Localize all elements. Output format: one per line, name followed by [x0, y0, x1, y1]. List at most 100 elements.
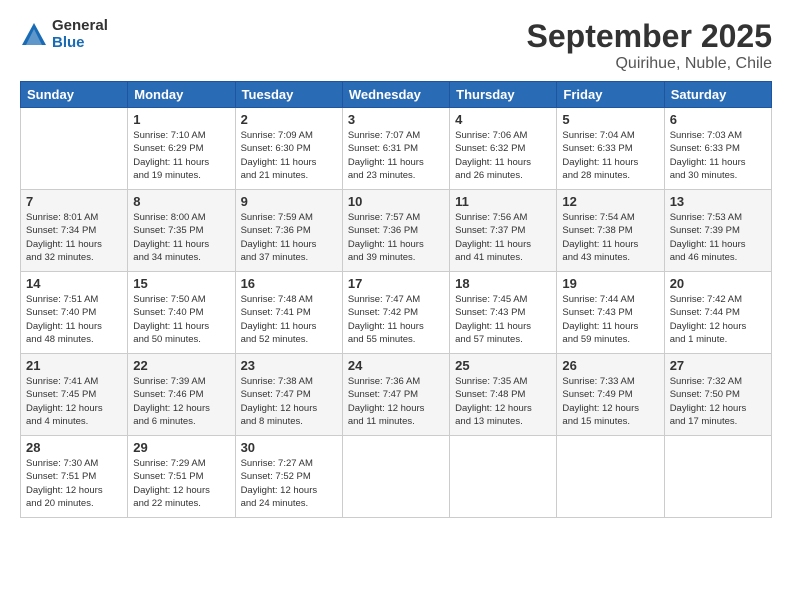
day-info: Sunrise: 8:01 AM Sunset: 7:34 PM Dayligh… — [26, 211, 122, 264]
day-info: Sunrise: 7:59 AM Sunset: 7:36 PM Dayligh… — [241, 211, 337, 264]
weekday-header-tuesday: Tuesday — [235, 82, 342, 108]
day-info: Sunrise: 7:48 AM Sunset: 7:41 PM Dayligh… — [241, 293, 337, 346]
day-number: 14 — [26, 276, 122, 291]
day-number: 15 — [133, 276, 229, 291]
calendar-cell: 6 Sunrise: 7:03 AM Sunset: 6:33 PM Daylig… — [664, 108, 771, 190]
calendar-cell: 2 Sunrise: 7:09 AM Sunset: 6:30 PM Daylig… — [235, 108, 342, 190]
week-row-4: 21Sunrise: 7:41 AM Sunset: 7:45 PM Dayli… — [21, 354, 772, 436]
week-row-2: 7 Sunrise: 8:01 AM Sunset: 7:34 PM Daylig… — [21, 190, 772, 272]
day-info: Sunrise: 7:06 AM Sunset: 6:32 PM Dayligh… — [455, 129, 551, 182]
day-info: Sunrise: 7:44 AM Sunset: 7:43 PM Dayligh… — [562, 293, 658, 346]
calendar-cell: 10 Sunrise: 7:57 AM Sunset: 7:36 PM Dayli… — [342, 190, 449, 272]
calendar-cell — [664, 436, 771, 518]
day-info: Sunrise: 7:45 AM Sunset: 7:43 PM Dayligh… — [455, 293, 551, 346]
page: General Blue September 2025 Quirihue, Nu… — [0, 0, 792, 612]
calendar-cell: 16 Sunrise: 7:48 AM Sunset: 7:41 PM Dayli… — [235, 272, 342, 354]
calendar-cell: 15 Sunrise: 7:50 AM Sunset: 7:40 PM Dayli… — [128, 272, 235, 354]
day-info: Sunrise: 8:00 AM Sunset: 7:35 PM Dayligh… — [133, 211, 229, 264]
day-info: Sunrise: 7:10 AM Sunset: 6:29 PM Dayligh… — [133, 129, 229, 182]
calendar-cell — [342, 436, 449, 518]
calendar-cell: 29 Sunrise: 7:29 AM Sunset: 7:51 PM Dayli… — [128, 436, 235, 518]
day-info: Sunrise: 7:42 AM Sunset: 7:44 PM Dayligh… — [670, 293, 766, 346]
day-number: 16 — [241, 276, 337, 291]
weekday-header-sunday: Sunday — [21, 82, 128, 108]
day-number: 11 — [455, 194, 551, 209]
month-title: September 2025 — [527, 18, 772, 55]
day-number: 12 — [562, 194, 658, 209]
weekday-header-monday: Monday — [128, 82, 235, 108]
calendar-cell — [557, 436, 664, 518]
calendar-cell: 11 Sunrise: 7:56 AM Sunset: 7:37 PM Dayli… — [450, 190, 557, 272]
day-number: 5 — [562, 112, 658, 127]
logo-blue-text: Blue — [52, 35, 108, 52]
calendar-cell: 20Sunrise: 7:42 AM Sunset: 7:44 PM Dayli… — [664, 272, 771, 354]
calendar-cell: 14 Sunrise: 7:51 AM Sunset: 7:40 PM Dayli… — [21, 272, 128, 354]
calendar-cell — [21, 108, 128, 190]
day-info: Sunrise: 7:50 AM Sunset: 7:40 PM Dayligh… — [133, 293, 229, 346]
header: General Blue September 2025 Quirihue, Nu… — [20, 18, 772, 73]
calendar-cell: 17Sunrise: 7:47 AM Sunset: 7:42 PM Dayli… — [342, 272, 449, 354]
day-number: 1 — [133, 112, 229, 127]
calendar-cell: 21Sunrise: 7:41 AM Sunset: 7:45 PM Dayli… — [21, 354, 128, 436]
day-info: Sunrise: 7:57 AM Sunset: 7:36 PM Dayligh… — [348, 211, 444, 264]
day-info: Sunrise: 7:38 AM Sunset: 7:47 PM Dayligh… — [241, 375, 337, 428]
week-row-5: 28 Sunrise: 7:30 AM Sunset: 7:51 PM Dayli… — [21, 436, 772, 518]
calendar-cell: 19 Sunrise: 7:44 AM Sunset: 7:43 PM Dayli… — [557, 272, 664, 354]
day-number: 23 — [241, 358, 337, 373]
day-number: 25 — [455, 358, 551, 373]
day-info: Sunrise: 7:35 AM Sunset: 7:48 PM Dayligh… — [455, 375, 551, 428]
calendar-cell: 24 Sunrise: 7:36 AM Sunset: 7:47 PM Dayli… — [342, 354, 449, 436]
calendar-cell: 5 Sunrise: 7:04 AM Sunset: 6:33 PM Daylig… — [557, 108, 664, 190]
weekday-header-thursday: Thursday — [450, 82, 557, 108]
day-number: 8 — [133, 194, 229, 209]
day-number: 9 — [241, 194, 337, 209]
calendar-cell: 25 Sunrise: 7:35 AM Sunset: 7:48 PM Dayli… — [450, 354, 557, 436]
calendar-cell: 30 Sunrise: 7:27 AM Sunset: 7:52 PM Dayli… — [235, 436, 342, 518]
week-row-1: 1 Sunrise: 7:10 AM Sunset: 6:29 PM Daylig… — [21, 108, 772, 190]
day-info: Sunrise: 7:39 AM Sunset: 7:46 PM Dayligh… — [133, 375, 229, 428]
day-info: Sunrise: 7:07 AM Sunset: 6:31 PM Dayligh… — [348, 129, 444, 182]
day-number: 26 — [562, 358, 658, 373]
calendar-cell: 26Sunrise: 7:33 AM Sunset: 7:49 PM Dayli… — [557, 354, 664, 436]
day-number: 28 — [26, 440, 122, 455]
day-number: 18 — [455, 276, 551, 291]
day-number: 29 — [133, 440, 229, 455]
weekday-header-friday: Friday — [557, 82, 664, 108]
day-number: 3 — [348, 112, 444, 127]
day-number: 7 — [26, 194, 122, 209]
day-info: Sunrise: 7:29 AM Sunset: 7:51 PM Dayligh… — [133, 457, 229, 510]
day-info: Sunrise: 7:36 AM Sunset: 7:47 PM Dayligh… — [348, 375, 444, 428]
day-number: 24 — [348, 358, 444, 373]
day-info: Sunrise: 7:04 AM Sunset: 6:33 PM Dayligh… — [562, 129, 658, 182]
title-section: September 2025 Quirihue, Nuble, Chile — [527, 18, 772, 73]
day-info: Sunrise: 7:27 AM Sunset: 7:52 PM Dayligh… — [241, 457, 337, 510]
calendar-cell: 4 Sunrise: 7:06 AM Sunset: 6:32 PM Daylig… — [450, 108, 557, 190]
day-number: 22 — [133, 358, 229, 373]
calendar-cell: 7 Sunrise: 8:01 AM Sunset: 7:34 PM Daylig… — [21, 190, 128, 272]
day-number: 30 — [241, 440, 337, 455]
day-number: 19 — [562, 276, 658, 291]
day-info: Sunrise: 7:51 AM Sunset: 7:40 PM Dayligh… — [26, 293, 122, 346]
calendar-cell: 18 Sunrise: 7:45 AM Sunset: 7:43 PM Dayli… — [450, 272, 557, 354]
day-number: 4 — [455, 112, 551, 127]
day-info: Sunrise: 7:03 AM Sunset: 6:33 PM Dayligh… — [670, 129, 766, 182]
weekday-header-wednesday: Wednesday — [342, 82, 449, 108]
day-number: 6 — [670, 112, 766, 127]
day-number: 10 — [348, 194, 444, 209]
day-info: Sunrise: 7:54 AM Sunset: 7:38 PM Dayligh… — [562, 211, 658, 264]
logo: General Blue — [20, 18, 108, 51]
weekday-header-saturday: Saturday — [664, 82, 771, 108]
day-info: Sunrise: 7:41 AM Sunset: 7:45 PM Dayligh… — [26, 375, 122, 428]
day-info: Sunrise: 7:47 AM Sunset: 7:42 PM Dayligh… — [348, 293, 444, 346]
subtitle: Quirihue, Nuble, Chile — [527, 55, 772, 73]
day-number: 27 — [670, 358, 766, 373]
calendar-cell: 12 Sunrise: 7:54 AM Sunset: 7:38 PM Dayli… — [557, 190, 664, 272]
logo-text: General Blue — [52, 18, 108, 51]
day-info: Sunrise: 7:53 AM Sunset: 7:39 PM Dayligh… — [670, 211, 766, 264]
calendar: SundayMondayTuesdayWednesdayThursdayFrid… — [20, 81, 772, 518]
day-number: 2 — [241, 112, 337, 127]
day-info: Sunrise: 7:56 AM Sunset: 7:37 PM Dayligh… — [455, 211, 551, 264]
day-info: Sunrise: 7:09 AM Sunset: 6:30 PM Dayligh… — [241, 129, 337, 182]
day-info: Sunrise: 7:30 AM Sunset: 7:51 PM Dayligh… — [26, 457, 122, 510]
calendar-cell: 23 Sunrise: 7:38 AM Sunset: 7:47 PM Dayli… — [235, 354, 342, 436]
